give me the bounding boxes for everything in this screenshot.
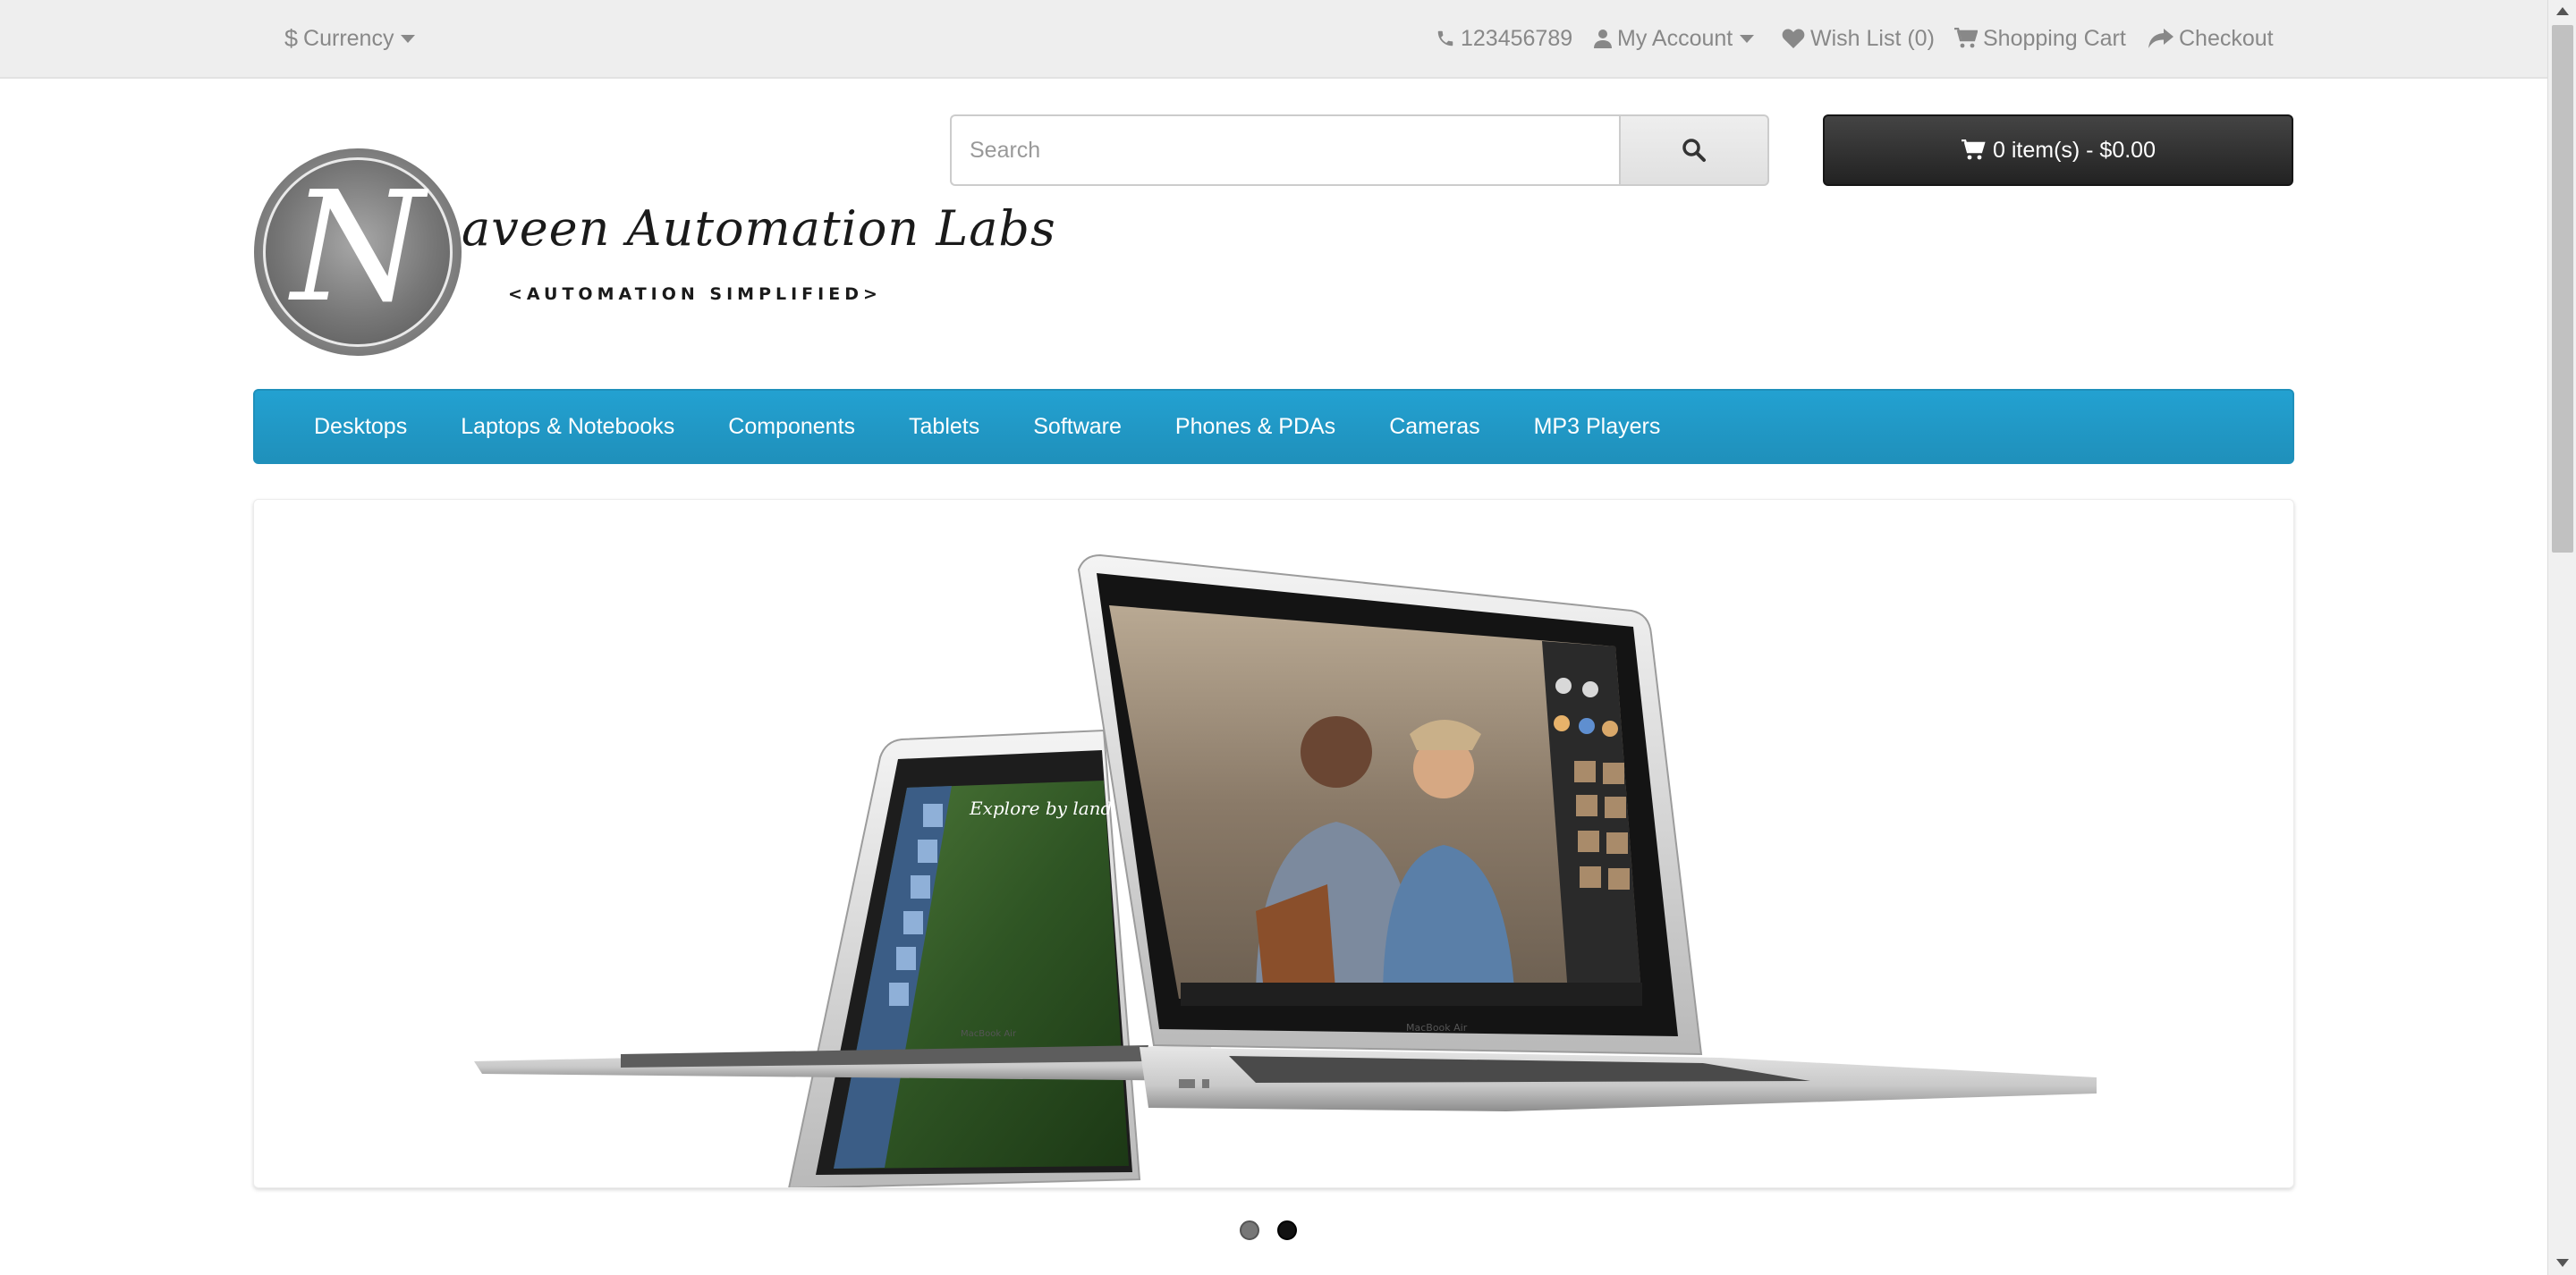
checkout-label: Checkout	[2179, 25, 2274, 51]
cart-summary-label: 0 item(s) - $0.00	[1992, 137, 2156, 163]
slide-left-brand: MacBook Air	[961, 1029, 1017, 1039]
slide-dot-1[interactable]	[1240, 1220, 1259, 1240]
logo-name: aveen Automation Labs	[462, 200, 1056, 257]
category-menu: Desktops Laptops & Notebooks Components …	[253, 389, 2294, 464]
menu-item-laptops-notebooks[interactable]: Laptops & Notebooks	[434, 391, 701, 462]
menu-item-mp3-players[interactable]: MP3 Players	[1507, 391, 1688, 462]
currency-symbol: $	[284, 24, 299, 52]
wish-list-link[interactable]: Wish List (0)	[1782, 0, 1935, 77]
menu-item-desktops[interactable]: Desktops	[287, 391, 434, 462]
search-input[interactable]	[950, 114, 1619, 186]
logo-tagline: <AUTOMATION SIMPLIFIED>	[508, 284, 882, 304]
my-account-dropdown[interactable]: My Account	[1594, 0, 1755, 77]
currency-dropdown[interactable]: $ Currency	[284, 0, 416, 77]
search-box	[950, 114, 1769, 186]
menu-item-phones-pdas[interactable]: Phones & PDAs	[1148, 391, 1362, 462]
cart-icon	[1954, 28, 1978, 49]
shopping-cart-link[interactable]: Shopping Cart	[1954, 0, 2126, 77]
top-bar: $ Currency 123456789 My Account Wish Lis…	[0, 0, 2547, 79]
shopping-cart-label: Shopping Cart	[1983, 25, 2126, 51]
phone-number: 123456789	[1461, 25, 1573, 51]
menu-item-tablets[interactable]: Tablets	[882, 391, 1006, 462]
my-account-label: My Account	[1617, 25, 1733, 51]
menu-item-components[interactable]: Components	[701, 391, 882, 462]
slide-dot-2[interactable]	[1277, 1220, 1297, 1240]
slideshow[interactable]: Explore by land. MacBook Air MacBook Air	[253, 499, 2294, 1188]
chevron-down-icon	[1740, 34, 1755, 43]
cart-summary-button[interactable]: 0 item(s) - $0.00	[1823, 114, 2293, 186]
wish-list-label: Wish List (0)	[1810, 25, 1935, 51]
scroll-up-arrow-icon[interactable]	[2556, 7, 2569, 15]
user-icon	[1594, 29, 1612, 48]
phone-icon	[1436, 29, 1455, 48]
chevron-down-icon	[401, 34, 416, 43]
phone-link[interactable]: 123456789	[1436, 0, 1572, 77]
slide-left-screen-text: Explore by land.	[969, 798, 1118, 819]
menu-item-software[interactable]: Software	[1006, 391, 1148, 462]
slider-pagination	[1240, 1220, 1297, 1240]
share-icon	[2148, 29, 2174, 48]
search-icon	[1682, 139, 1706, 162]
scroll-down-arrow-icon[interactable]	[2556, 1259, 2569, 1267]
slide-right-brand: MacBook Air	[1406, 1022, 1468, 1034]
scrollbar-thumb[interactable]	[2552, 25, 2573, 553]
currency-label: Currency	[303, 25, 394, 51]
page-scrollbar[interactable]	[2547, 0, 2576, 1275]
macbook-air-banner-image: Explore by land. MacBook Air MacBook Air	[474, 553, 2097, 1187]
heart-icon	[1782, 29, 1805, 48]
checkout-link[interactable]: Checkout	[2148, 0, 2274, 77]
search-button[interactable]	[1619, 114, 1769, 186]
logo-letter: N	[291, 159, 425, 336]
site-logo[interactable]: N aveen Automation Labs <AUTOMATION SIMP…	[254, 148, 1055, 356]
cart-icon	[1961, 139, 1986, 161]
menu-item-cameras[interactable]: Cameras	[1362, 391, 1506, 462]
